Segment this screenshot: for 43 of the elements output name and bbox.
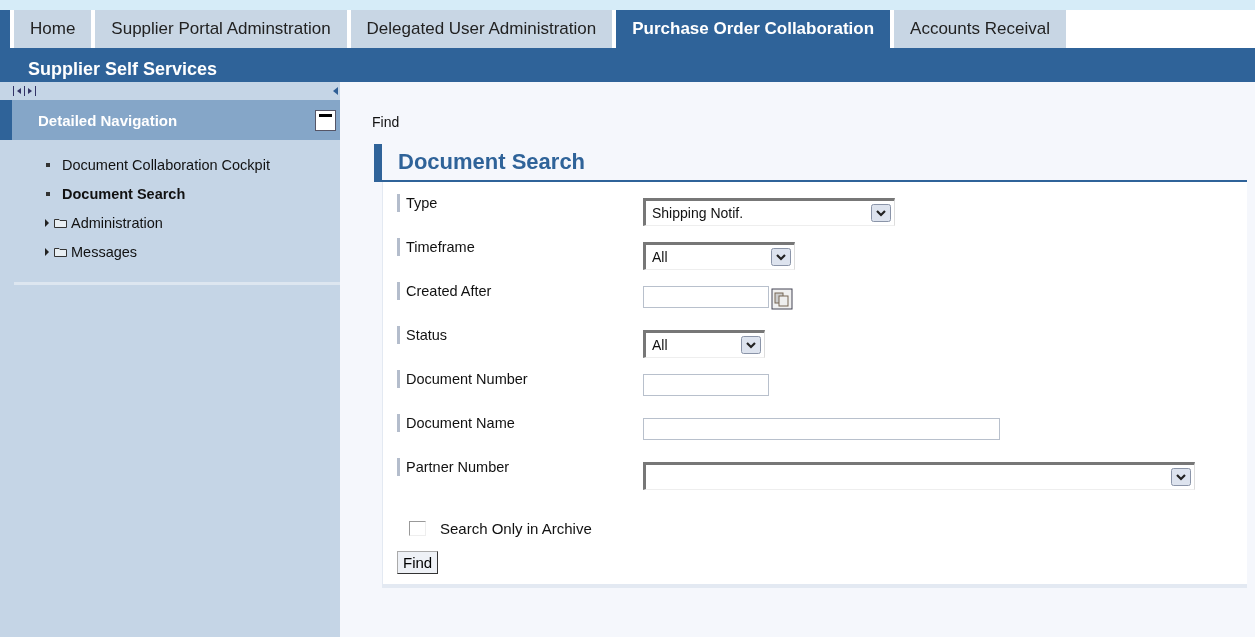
caret-icon: [871, 204, 891, 222]
dropdown-field[interactable]: [643, 462, 1195, 490]
dropdown-field[interactable]: All: [643, 242, 795, 270]
field-label: Created After: [406, 283, 492, 299]
portal-title: Supplier Self Services: [28, 59, 218, 81]
bullet-icon: [46, 162, 50, 167]
breadcrumb: Find: [372, 114, 401, 132]
expand-icon[interactable]: [44, 246, 50, 257]
input-field[interactable]: [643, 418, 1000, 440]
checkbox[interactable]: [409, 521, 426, 536]
nav-tab[interactable]: Accounts Receival: [894, 10, 1066, 48]
checkbox-label: Search Only in Archive: [440, 520, 592, 537]
input-field[interactable]: [643, 374, 769, 396]
caret-icon: [741, 336, 761, 354]
panel-title: Detailed Navigation: [38, 111, 178, 129]
field-label: Timeframe: [406, 239, 475, 255]
caret-icon: [1171, 468, 1191, 486]
nav-tab[interactable]: Home: [14, 10, 92, 48]
nav-tab[interactable]: Supplier Portal Adminstration: [95, 10, 347, 48]
nav-tab[interactable]: Purchase Order Collaboration: [616, 10, 891, 48]
folder-icon: [54, 246, 67, 257]
nav-link[interactable]: Document Collaboration Cockpit: [62, 156, 270, 173]
folder-icon: [54, 217, 67, 228]
date-field[interactable]: [643, 286, 769, 308]
field-label: Partner Number: [406, 459, 510, 475]
find-button[interactable]: Find: [397, 551, 439, 574]
bullet-icon: [46, 191, 50, 196]
dropdown-field[interactable]: All: [643, 330, 765, 358]
nav-tab[interactable]: Delegated User Administration: [350, 10, 613, 48]
nav-link[interactable]: Messages: [71, 243, 138, 260]
nav-link[interactable]: Document Search: [62, 185, 186, 202]
caret-icon: [771, 248, 791, 266]
field-label: Document Name: [406, 415, 515, 431]
collapse-icon[interactable]: [333, 86, 338, 96]
field-label: Document Number: [406, 371, 528, 387]
dropdown-field[interactable]: Shipping Notif.: [643, 198, 895, 226]
minimize-button[interactable]: [315, 109, 336, 131]
field-label: Status: [406, 327, 448, 343]
field-label: Type: [406, 195, 438, 211]
expand-icon[interactable]: [44, 217, 50, 228]
nav-link[interactable]: Administration: [71, 214, 163, 231]
calendar-icon[interactable]: [771, 288, 793, 310]
section-title: Document Search: [398, 149, 586, 175]
